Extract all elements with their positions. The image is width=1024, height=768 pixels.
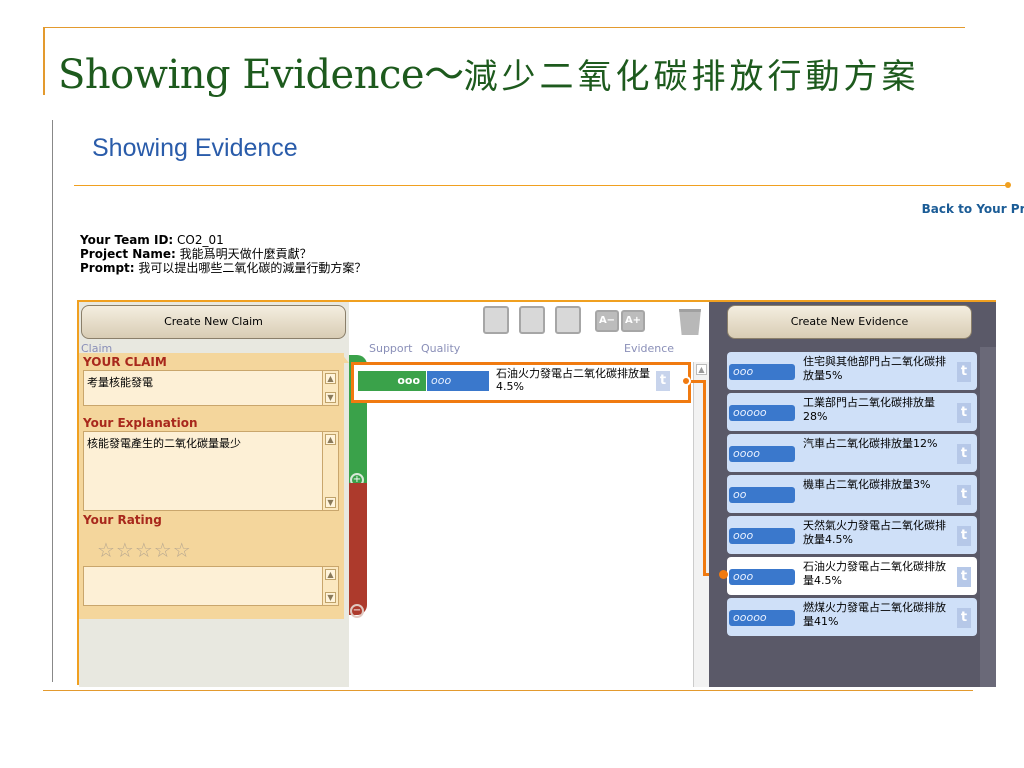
explanation-field[interactable]: 核能發電產生的二氧化碳量最少 ▲ ▼ (83, 431, 339, 511)
prompt-row: Prompt: 我可以提出哪些二氧化碳的減量行動方案？ (80, 261, 366, 275)
text-tab-icon[interactable]: t (957, 608, 971, 628)
evidence-card[interactable]: oo 機車占二氧化碳排放量3% t (727, 475, 977, 513)
text-tab-icon[interactable]: t (957, 526, 971, 546)
app-screenshot: Showing Evidence Back to Your Projects Y… (60, 120, 1024, 687)
list-view-icon[interactable] (555, 306, 581, 334)
slide-vertical-rule (52, 120, 53, 682)
create-claim-button[interactable]: Create New Claim (81, 305, 346, 339)
project-name-value: 我能爲明天做什麼貢獻？ (179, 247, 312, 261)
slide-title-english: Showing Evidence～ (58, 52, 464, 98)
middle-scrollbar[interactable]: ▲ (693, 362, 709, 687)
evidence-text: 燃煤火力發電占二氧化碳排放量41% (803, 601, 946, 628)
slide-bottom-rule (43, 690, 973, 691)
app-heading-rule-dot (1005, 182, 1011, 188)
prompt-label: Prompt: (80, 261, 135, 275)
linked-evidence-text: 石油火力發電占二氧化碳排放量4.5% (496, 367, 650, 393)
scroll-down-icon[interactable]: ▼ (325, 592, 336, 603)
text-tab-icon[interactable]: t (957, 362, 971, 382)
evidence-panel: Create New Evidence ooo 住宅與其他部門占二氧化碳排放量5… (709, 302, 996, 687)
evidence-card-selected[interactable]: ooo 石油火力發電占二氧化碳排放量4.5% t (727, 557, 977, 595)
app-heading: Showing Evidence (92, 134, 298, 162)
oppose-bar[interactable] (349, 483, 367, 615)
quality-level-chip[interactable]: ooo (427, 371, 489, 391)
slide-left-rule (43, 27, 45, 95)
text-tab-icon[interactable]: t (957, 485, 971, 505)
toolbar: A− A+ (483, 306, 703, 336)
support-column-label: Support (369, 342, 413, 355)
rating-stars[interactable]: ☆☆☆☆☆ (97, 538, 192, 562)
evidence-text: 住宅與其他部門占二氧化碳排放量5% (803, 355, 946, 382)
slide-top-rule (43, 27, 965, 28)
explanation-scrollbar[interactable]: ▲ ▼ (322, 432, 338, 510)
evidence-card[interactable]: ooo 天然氣火力發電占二氧化碳排放量4.5% t (727, 516, 977, 554)
quality-level-chip[interactable]: ooo (729, 569, 795, 585)
slide: Showing Evidence～減少二氧化碳排放行動方案 Showing Ev… (0, 0, 1024, 768)
scroll-up-icon[interactable]: ▲ (325, 569, 336, 580)
explanation-title: Your Explanation (83, 416, 198, 430)
rating-title: Your Rating (83, 513, 162, 527)
explanation-text: 核能發電產生的二氧化碳量最少 (87, 437, 241, 450)
scroll-down-icon[interactable]: ▼ (325, 392, 336, 403)
claim-text: 考量核能發電 (87, 376, 153, 389)
project-meta: Your Team ID: CO2_01 Project Name: 我能爲明天… (80, 233, 366, 275)
evidence-card[interactable]: oooo 汽車占二氧化碳排放量12% t (727, 434, 977, 472)
claim-scrollbar[interactable]: ▲ ▼ (322, 371, 338, 405)
font-larger-icon[interactable]: A+ (621, 310, 645, 332)
add-oppose-icon[interactable]: − (350, 604, 364, 618)
trash-icon[interactable] (679, 309, 701, 335)
scroll-up-icon[interactable]: ▲ (325, 373, 336, 384)
claim-panel: Create New Claim Claim YOUR CLAIM 考量核能發電… (79, 302, 349, 687)
evidence-card[interactable]: ooooo 工業部門占二氧化碳排放量28% t (727, 393, 977, 431)
evidence-card[interactable]: ooo 住宅與其他部門占二氧化碳排放量5% t (727, 352, 977, 390)
evidence-column-label: Evidence (624, 342, 675, 355)
project-name-label: Project Name: (80, 247, 176, 261)
create-evidence-button[interactable]: Create New Evidence (727, 305, 972, 339)
text-tab-icon[interactable]: t (957, 567, 971, 587)
quality-level-chip[interactable]: ooo (729, 364, 795, 380)
claim-text-field[interactable]: 考量核能發電 ▲ ▼ (83, 370, 339, 406)
font-smaller-icon[interactable]: A− (595, 310, 619, 332)
slide-title-chinese: 減少二氧化碳排放行動方案 (463, 57, 920, 97)
claim-card: YOUR CLAIM 考量核能發電 ▲ ▼ Your Explanation 核… (79, 353, 344, 619)
scroll-up-icon[interactable]: ▲ (696, 364, 707, 375)
evidence-text: 工業部門占二氧化碳排放量28% (803, 396, 935, 423)
claim-title: YOUR CLAIM (83, 355, 167, 369)
rating-scrollbar[interactable]: ▲ ▼ (322, 567, 338, 605)
text-tab-icon[interactable]: t (656, 371, 670, 391)
save-icon[interactable] (483, 306, 509, 334)
app-heading-rule (74, 185, 1009, 186)
connector-line (703, 380, 706, 575)
quality-level-chip[interactable]: ooo (729, 528, 795, 544)
quality-level-chip[interactable]: oo (729, 487, 795, 503)
quality-level-chip[interactable]: ooooo (729, 405, 795, 421)
quality-level-chip[interactable]: oooo (729, 446, 795, 462)
evidence-scrollbar[interactable] (980, 347, 996, 687)
text-tab-icon[interactable]: t (957, 403, 971, 423)
evidence-text: 機車占二氧化碳排放量3% (803, 478, 931, 491)
text-tab-icon[interactable]: t (957, 444, 971, 464)
quality-level-chip[interactable]: ooooo (729, 610, 795, 626)
evidence-text: 石油火力發電占二氧化碳排放量4.5% (803, 560, 946, 587)
scroll-up-icon[interactable]: ▲ (325, 434, 336, 445)
team-id-label: Your Team ID: (80, 233, 174, 247)
slide-title: Showing Evidence～減少二氧化碳排放行動方案 (58, 42, 920, 100)
connector-dot (681, 376, 691, 386)
support-level-chip[interactable]: ooo (358, 371, 426, 391)
linked-evidence-row[interactable]: ooo ooo 石油火力發電占二氧化碳排放量4.5% t (351, 362, 691, 403)
evidence-text: 汽車占二氧化碳排放量12% (803, 437, 938, 450)
team-id-row: Your Team ID: CO2_01 (80, 233, 366, 247)
print-icon[interactable] (519, 306, 545, 334)
connector-dot (719, 570, 728, 579)
back-to-projects-link[interactable]: Back to Your Projects (922, 202, 1024, 216)
team-id-value: CO2_01 (177, 233, 224, 247)
rating-comment-field[interactable]: ▲ ▼ (83, 566, 339, 606)
workspace: Create New Claim Claim YOUR CLAIM 考量核能發電… (77, 300, 996, 687)
prompt-value: 我可以提出哪些二氧化碳的減量行動方案？ (138, 261, 367, 275)
project-name-row: Project Name: 我能爲明天做什麼貢獻？ (80, 247, 366, 261)
evidence-text: 天然氣火力發電占二氧化碳排放量4.5% (803, 519, 946, 546)
scroll-down-icon[interactable]: ▼ (325, 497, 336, 508)
evidence-card[interactable]: ooooo 燃煤火力發電占二氧化碳排放量41% t (727, 598, 977, 636)
quality-column-label: Quality (421, 342, 461, 355)
